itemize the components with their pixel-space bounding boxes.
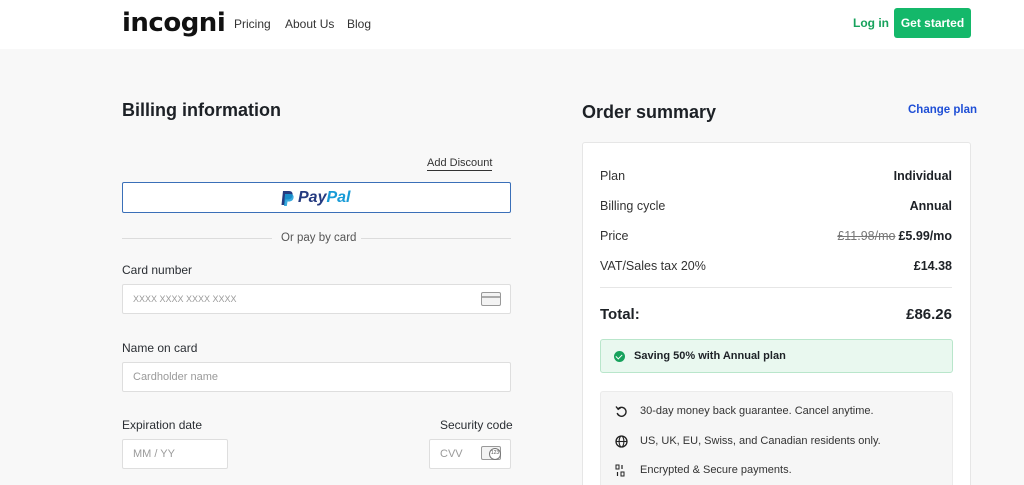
tax-value: £14.38 — [913, 259, 952, 273]
globe-icon — [615, 435, 628, 448]
credit-card-icon — [481, 292, 501, 306]
logo[interactable]: incogni — [122, 8, 226, 38]
saving-banner: Saving 50% with Annual plan — [600, 339, 953, 373]
top-nav: incogni Pricing About Us Blog Log in Get… — [0, 0, 1024, 49]
nav-link-blog[interactable]: Blog — [347, 17, 371, 31]
order-summary-title: Order summary — [582, 102, 717, 122]
nav-link-pricing[interactable]: Pricing — [234, 17, 271, 31]
expiration-date-input[interactable] — [122, 439, 228, 469]
expiration-date-label: Expiration date — [122, 418, 203, 432]
refund-arrow-icon — [615, 405, 628, 418]
feature-encrypted: Encrypted & Secure payments. — [640, 464, 792, 476]
binary-lock-icon — [615, 464, 628, 477]
plan-label: Plan — [600, 169, 626, 183]
divider-right — [361, 238, 511, 239]
summary-divider — [600, 287, 952, 288]
saving-text: Saving 50% with Annual plan — [634, 350, 786, 362]
tax-label: VAT/Sales tax 20% — [600, 259, 706, 273]
paypal-icon — [281, 190, 294, 206]
add-discount-link[interactable]: Add Discount — [427, 157, 493, 171]
get-started-button[interactable]: Get started — [894, 8, 971, 38]
plan-value: Individual — [893, 169, 952, 183]
total-label: Total: — [600, 306, 640, 323]
billing-cycle-value: Annual — [909, 199, 952, 213]
or-pay-by-card: Or pay by card — [281, 232, 357, 244]
cvv-card-icon — [481, 446, 501, 460]
paypal-logo: PayPal — [280, 189, 350, 207]
name-on-card-label: Name on card — [122, 341, 198, 355]
divider-left — [122, 238, 272, 239]
login-link[interactable]: Log in — [853, 16, 889, 30]
old-price: £11.98/mo — [837, 229, 896, 243]
feature-residents: US, UK, EU, Swiss, and Canadian resident… — [640, 435, 881, 447]
nav-link-about-us[interactable]: About Us — [285, 17, 334, 31]
new-price: £5.99/mo — [898, 229, 952, 243]
billing-cycle-label: Billing cycle — [600, 199, 666, 213]
price-value: £11.98/mo £5.99/mo — [837, 229, 952, 243]
check-circle-icon — [614, 351, 625, 362]
billing-title: Billing information — [122, 100, 281, 120]
security-code-label: Security code — [440, 418, 513, 432]
paypal-wordmark: PayPal — [298, 189, 350, 207]
cardholder-name-input[interactable] — [122, 362, 511, 392]
change-plan-link[interactable]: Change plan — [908, 104, 977, 116]
total-value: £86.26 — [906, 306, 952, 323]
feature-money-back: 30-day money back guarantee. Cancel anyt… — [640, 405, 874, 417]
paypal-button[interactable]: PayPal — [122, 182, 511, 213]
card-number-label: Card number — [122, 263, 193, 277]
paypal-wordmark-pay: Pay — [298, 189, 327, 206]
paypal-wordmark-pal: Pal — [326, 189, 351, 206]
price-label: Price — [600, 229, 629, 243]
card-number-input[interactable] — [122, 284, 511, 314]
